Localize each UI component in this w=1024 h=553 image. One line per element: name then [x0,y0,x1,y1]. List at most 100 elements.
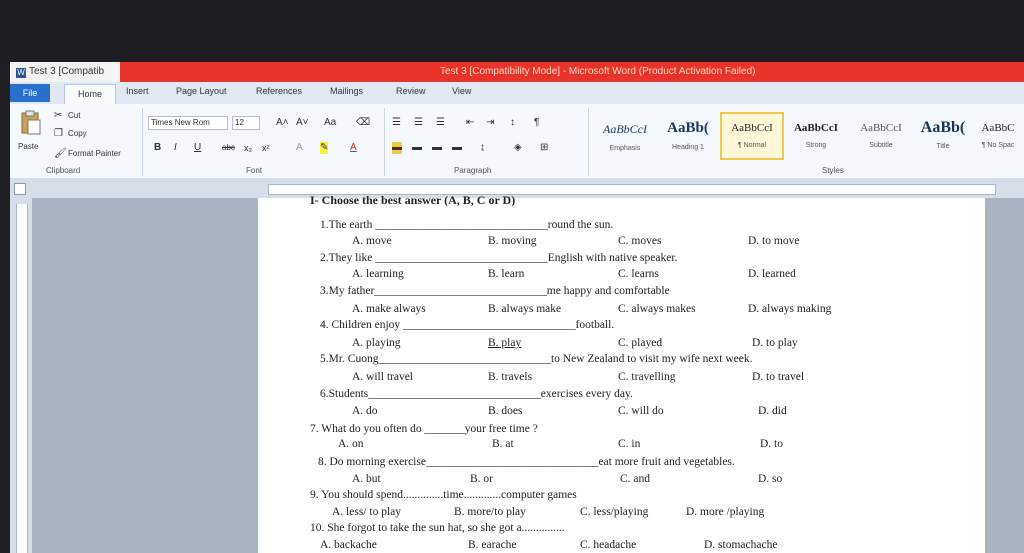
tab-insert[interactable]: Insert [126,86,149,96]
style-title[interactable]: AaBb( Title [914,114,972,158]
option-b: B. or [470,473,493,485]
option-c: C. travelling [618,371,676,383]
tab-home[interactable]: Home [64,84,116,105]
paste-button[interactable]: Paste [18,108,44,158]
divider [588,108,589,176]
copy-icon: ❐ [54,128,63,139]
option-d: D. learned [748,268,796,280]
tab-selector[interactable] [14,183,26,195]
style-strong[interactable]: AaBbCcI Strong [784,114,848,158]
format-painter-label: Format Painter [68,149,121,158]
option-a: A. move [352,235,392,247]
style-name: Strong [805,142,827,149]
section-heading: I- Choose the best answer (A, B, C or D) [310,193,516,207]
highlight-icon[interactable]: ✎ [320,142,329,154]
option-a: A. make always [352,303,426,315]
tab-page-layout[interactable]: Page Layout [176,86,227,96]
grow-font-icon[interactable]: A˄ [276,117,289,129]
paragraph-group-label: Paragraph [454,166,492,175]
question-stem: 7. What do you often do _______your free… [310,423,538,435]
subscript-icon[interactable]: x₂ [244,142,252,154]
option-c: C. less/playing [580,506,649,518]
align-left-icon[interactable]: ▬ [392,142,402,154]
ribbon-home: Paste ✂ Cut ❐ Copy 🖌 Format Painter Clip… [10,104,1024,179]
superscript-icon[interactable]: x² [262,142,270,154]
shading-icon[interactable]: ◈ [514,142,522,154]
style-no-spacing[interactable]: AaBbC ¶ No Spac [974,114,1022,158]
style-name: Heading 1 [672,144,704,151]
option-d: D. did [758,405,787,417]
question-stem: 6.Students______________________________… [320,388,633,400]
line-spacing-icon[interactable]: ↨ [480,142,485,154]
question-stem: 10. She forgot to take the sun hat, so s… [310,522,565,534]
italic-icon[interactable]: I [174,142,177,154]
bold-icon[interactable]: B [154,142,161,154]
style-preview: AaBbCcI [603,122,647,136]
style-normal[interactable]: AaBbCcI ¶ Normal [720,112,784,160]
shrink-font-icon[interactable]: A˅ [296,117,309,129]
divider [384,108,385,176]
style-emphasis[interactable]: AaBbCcI Emphasis [594,114,656,158]
justify-icon[interactable]: ▬ [452,142,462,154]
sort-icon[interactable]: ↕ [510,117,515,129]
option-c: C. in [618,438,641,450]
numbering-icon[interactable]: ☰ [414,117,423,129]
font-group-label: Font [246,166,263,175]
horizontal-ruler-bar [10,178,1024,198]
tab-mailings[interactable]: Mailings [330,86,363,96]
tab-review[interactable]: Review [396,86,426,96]
tab-references[interactable]: References [256,86,302,96]
word-icon: W [16,68,26,78]
font-color-icon[interactable]: A [350,142,357,154]
change-case-icon[interactable]: Aa [324,117,336,129]
tab-file[interactable]: File [10,84,50,102]
align-right-icon[interactable]: ▬ [432,142,442,154]
option-b: B. travels [488,371,533,383]
paste-label: Paste [18,142,39,151]
bullets-icon[interactable]: ☰ [392,117,401,129]
option-b: B. at [492,438,514,450]
option-d: D. to travel [752,371,805,383]
borders-icon[interactable]: ⊞ [540,142,548,154]
style-preview: AaBbCcI [731,122,773,134]
style-preview: AaBb( [667,120,709,136]
title-bar: W Test 3 [Compatib Test 3 [Compatibility … [10,62,1024,82]
style-preview: AaBb( [920,119,966,136]
option-a: A. but [352,473,381,485]
show-marks-icon[interactable]: ¶ [534,117,539,129]
font-size-select[interactable]: 12 [232,116,260,130]
decrease-indent-icon[interactable]: ⇤ [466,117,474,129]
question-stem: 3.My father_____________________________… [320,285,670,297]
increase-indent-icon[interactable]: ⇥ [486,117,494,129]
option-c: C. moves [618,235,662,247]
style-preview: AaBbCcI [793,122,838,134]
style-subtitle[interactable]: AaBbCcI Subtitle [850,114,912,158]
question-stem: 4. Children enjoy ______________________… [320,319,615,331]
strikethrough-icon[interactable]: abc [222,142,235,154]
question-stem: 5.Mr. Cuong_____________________________… [320,353,753,365]
screen-top-bezel [0,0,1024,62]
option-d: D. stomachache [704,539,778,551]
tab-view[interactable]: View [452,86,471,96]
option-b: B. more/to play [454,506,526,518]
option-d: D. so [758,473,783,485]
clipboard-group-label: Clipboard [46,166,81,175]
cut-label: Cut [68,111,81,120]
format-painter-button[interactable]: 🖌 Format Painter [54,148,134,160]
style-preview: AaBbC [981,122,1015,134]
font-name-select[interactable]: Times New Rom [148,116,228,130]
option-a: A. less/ to play [332,506,401,518]
style-heading-1[interactable]: AaBb( Heading 1 [658,114,718,158]
brush-icon: 🖌 [54,148,67,159]
vertical-ruler[interactable] [16,204,28,553]
question-stem: 8. Do morning exercise__________________… [318,456,735,468]
multilevel-list-icon[interactable]: ☰ [436,117,445,129]
clear-formatting-icon[interactable]: ⌫ [356,117,370,129]
document-page[interactable]: I- Choose the best answer (A, B, C or D)… [258,194,985,553]
text-effects-icon[interactable]: A [296,142,303,154]
window-tab[interactable]: W Test 3 [Compatib [10,62,120,82]
option-b: B. learn [488,268,525,280]
underline-icon[interactable]: U [194,142,201,154]
align-center-icon[interactable]: ▬ [412,142,422,154]
copy-label: Copy [68,129,87,138]
